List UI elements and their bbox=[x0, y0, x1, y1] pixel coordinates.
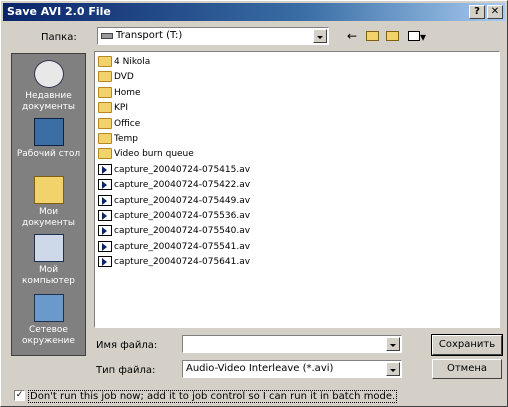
video-file-icon bbox=[98, 210, 112, 221]
file-name: Video burn queue bbox=[114, 149, 194, 160]
chevron-down-icon[interactable] bbox=[313, 29, 327, 43]
file-name: capture_20040724-075536.av bbox=[114, 211, 251, 221]
folder-icon bbox=[98, 117, 112, 129]
my-computer-icon bbox=[33, 234, 64, 262]
filetype-select[interactable]: Audio-Video Interleave (*.avi) bbox=[182, 360, 402, 378]
folder-item[interactable]: 4 Nikola bbox=[98, 56, 150, 70]
folder-item[interactable]: Video burn queue bbox=[98, 148, 194, 162]
video-file-icon bbox=[98, 163, 112, 175]
video-file-icon bbox=[98, 194, 112, 206]
folder-item[interactable]: KPI bbox=[98, 102, 128, 116]
file-item[interactable]: capture_20040724-075641.av bbox=[98, 256, 250, 270]
folder-icon bbox=[98, 102, 112, 114]
file-list[interactable]: 4 Nikola DVD Home KPI Office Temp Video burn q… bbox=[94, 51, 500, 328]
folder-dropdown[interactable]: Transport (T:) bbox=[97, 27, 329, 45]
file-name: capture_20040724-075415.av bbox=[114, 164, 251, 175]
close-button[interactable]: ✕ bbox=[487, 5, 503, 19]
filename-input[interactable] bbox=[182, 335, 402, 353]
file-item[interactable]: capture_20040724-075449.av bbox=[98, 194, 251, 209]
file-name: 4 Nikola bbox=[114, 57, 151, 67]
views-icon[interactable]: ▾ bbox=[405, 28, 429, 44]
video-file-icon bbox=[98, 240, 112, 252]
video-file-icon bbox=[98, 256, 112, 268]
help-button[interactable]: ? bbox=[469, 5, 485, 19]
folder-item[interactable]: Temp bbox=[98, 133, 138, 147]
place-label: Мои документы bbox=[21, 207, 76, 228]
folder-item[interactable]: Home bbox=[98, 86, 141, 101]
file-name: capture_20040724-075540.av bbox=[114, 226, 251, 237]
folder-value: Transport (T:) bbox=[116, 30, 183, 41]
save-button[interactable]: Сохранить bbox=[431, 334, 503, 356]
up-folder-icon[interactable] bbox=[363, 28, 381, 44]
file-name: Temp bbox=[114, 134, 138, 144]
folder-icon bbox=[98, 56, 112, 67]
file-name: capture_20040724-075422.av bbox=[114, 180, 251, 191]
place-my-documents[interactable]: Мои документы bbox=[12, 176, 85, 229]
folder-item[interactable]: Office bbox=[98, 117, 141, 132]
file-name: Home bbox=[114, 87, 141, 98]
folder-icon bbox=[98, 86, 112, 98]
place-label: Сетевое окружение bbox=[22, 325, 75, 346]
place-label: Мой компьютер bbox=[22, 265, 75, 286]
file-name: capture_20040724-075641.av bbox=[114, 257, 251, 268]
file-item[interactable]: capture_20040724-075415.av bbox=[98, 163, 251, 178]
places-bar: Недавние документы Рабочий стол Мои доку… bbox=[11, 53, 86, 356]
title-bar[interactable]: Save AVI 2.0 File ? ✕ bbox=[3, 3, 505, 21]
file-item[interactable]: capture_20040724-075536.av bbox=[98, 210, 250, 224]
desktop-icon bbox=[33, 118, 64, 146]
save-dialog: Save AVI 2.0 File ? ✕ Папка: Transport (… bbox=[0, 0, 508, 407]
window-title: Save AVI 2.0 File bbox=[7, 5, 111, 18]
file-name: KPI bbox=[114, 103, 128, 114]
chevron-down-icon[interactable] bbox=[386, 362, 400, 376]
network-icon bbox=[33, 294, 64, 322]
recent-docs-icon bbox=[33, 60, 64, 88]
video-file-icon bbox=[98, 225, 112, 237]
batch-checkbox[interactable]: ✓ bbox=[14, 390, 25, 401]
file-item[interactable]: capture_20040724-075422.av bbox=[98, 179, 250, 193]
chevron-down-icon[interactable] bbox=[386, 337, 400, 351]
filetype-value: Audio-Video Interleave (*.avi) bbox=[186, 363, 334, 374]
filetype-label: Тип файла: bbox=[96, 365, 156, 376]
file-name: capture_20040724-075541.av bbox=[114, 241, 251, 252]
folder-icon bbox=[98, 71, 112, 83]
new-folder-icon[interactable] bbox=[383, 28, 401, 44]
file-name: Office bbox=[114, 118, 141, 129]
place-network[interactable]: Сетевое окружение bbox=[12, 294, 85, 347]
place-desktop[interactable]: Рабочий стол bbox=[12, 118, 85, 160]
place-recent[interactable]: Недавние документы bbox=[12, 60, 85, 113]
folder-icon bbox=[98, 148, 112, 160]
place-my-computer[interactable]: Мой компьютер bbox=[12, 234, 85, 287]
video-file-icon bbox=[98, 179, 112, 191]
folder-icon bbox=[98, 133, 112, 144]
file-item[interactable]: capture_20040724-075541.av bbox=[98, 240, 251, 255]
place-label: Рабочий стол bbox=[16, 149, 81, 159]
my-documents-icon bbox=[33, 176, 64, 204]
file-name: capture_20040724-075449.av bbox=[114, 195, 251, 206]
batch-checkbox-label[interactable]: Don't run this job now; add it to job co… bbox=[28, 390, 398, 403]
cancel-button[interactable]: Отмена bbox=[432, 359, 502, 379]
folder-item[interactable]: DVD bbox=[98, 71, 134, 85]
filename-label: Имя файла: bbox=[96, 340, 158, 351]
folder-label: Папка: bbox=[41, 32, 77, 43]
place-label: Недавние документы bbox=[21, 91, 76, 112]
file-name: DVD bbox=[114, 72, 134, 83]
back-icon[interactable]: ← bbox=[343, 28, 361, 44]
file-item[interactable]: capture_20040724-075540.av bbox=[98, 225, 250, 239]
drive-icon bbox=[101, 33, 113, 39]
